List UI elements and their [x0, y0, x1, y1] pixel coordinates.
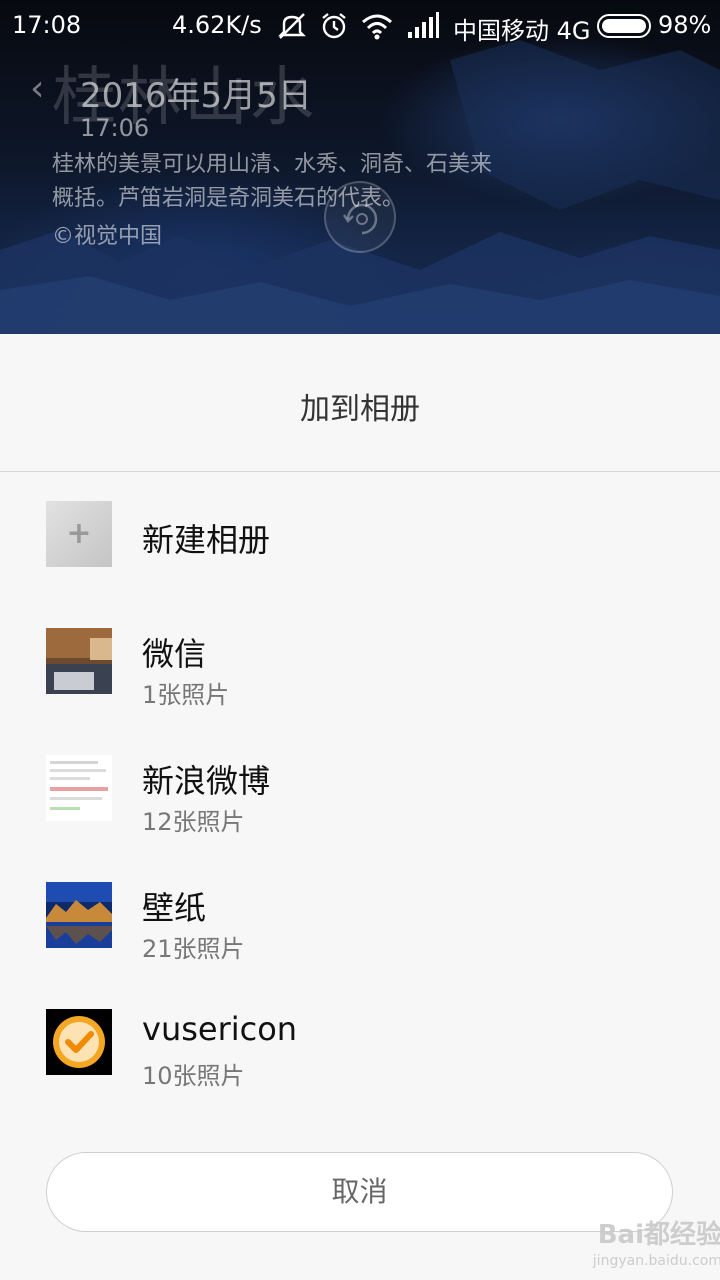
watermark-logo: Bai都经验 [597, 1220, 720, 1250]
baidu-jingyan-watermark: Bai都经验 jingyan.baidu.com [552, 1214, 720, 1269]
signal-icon [406, 10, 440, 48]
network-speed: 4.62K/s [172, 11, 262, 39]
plus-icon: + [46, 501, 112, 567]
album-name: 新浪微博 [142, 762, 271, 800]
carrier-label: 中国移动 4G [453, 17, 591, 45]
photo-time: 17:06 [80, 114, 150, 142]
orange-check-icon [46, 1009, 112, 1075]
album-thumbnail [46, 755, 112, 821]
album-count: 10张照片 [142, 1062, 245, 1090]
rotate-icon [342, 203, 378, 235]
new-album-label: 新建相册 [142, 521, 271, 559]
album-item-wechat[interactable]: 微信 1张照片 [0, 607, 720, 717]
back-chevron-icon[interactable]: ‹ [30, 68, 44, 109]
album-count: 1张照片 [142, 681, 230, 709]
photo-credit: ©视觉中国 [52, 224, 163, 249]
album-name: vusericon [142, 1010, 298, 1048]
album-name: 壁纸 [142, 889, 207, 927]
battery-icon [597, 14, 651, 38]
photo-description: 桂林的美景可以用山清、水秀、洞奇、石美来概括。芦笛岩洞是奇洞美石的代表。 [52, 152, 493, 211]
album-thumbnail [46, 628, 112, 694]
album-thumbnail [46, 1009, 112, 1075]
add-to-album-sheet: 加到相册 + 新建相册 微信 1张照片 新浪微博 12张照片 壁纸 21张照片 … [0, 334, 720, 1280]
divider [0, 471, 720, 472]
new-album-item[interactable]: + 新建相册 [0, 480, 720, 590]
album-count: 21张照片 [142, 935, 245, 963]
sheet-title: 加到相册 [300, 392, 420, 427]
album-count: 12张照片 [142, 808, 245, 836]
album-name: 微信 [142, 635, 207, 673]
album-item-wallpaper[interactable]: 壁纸 21张照片 [0, 861, 720, 971]
watermark-url: jingyan.baidu.com [592, 1253, 720, 1269]
album-item-weibo[interactable]: 新浪微博 12张照片 [0, 734, 720, 844]
status-time: 17:08 [12, 11, 82, 39]
alarm-icon [318, 10, 350, 48]
rotate-button[interactable] [324, 181, 396, 253]
status-bar: 17:08 4.62K/s 中国移动 4G 98% [0, 0, 720, 52]
album-thumbnail [46, 882, 112, 948]
photo-date: 2016年5月5日 [80, 76, 312, 116]
mute-vibrate-icon [276, 10, 308, 48]
battery-percent: 98% [658, 11, 712, 39]
wifi-icon [360, 10, 394, 48]
album-item-vusericon[interactable]: vusericon 10张照片 [0, 988, 720, 1098]
